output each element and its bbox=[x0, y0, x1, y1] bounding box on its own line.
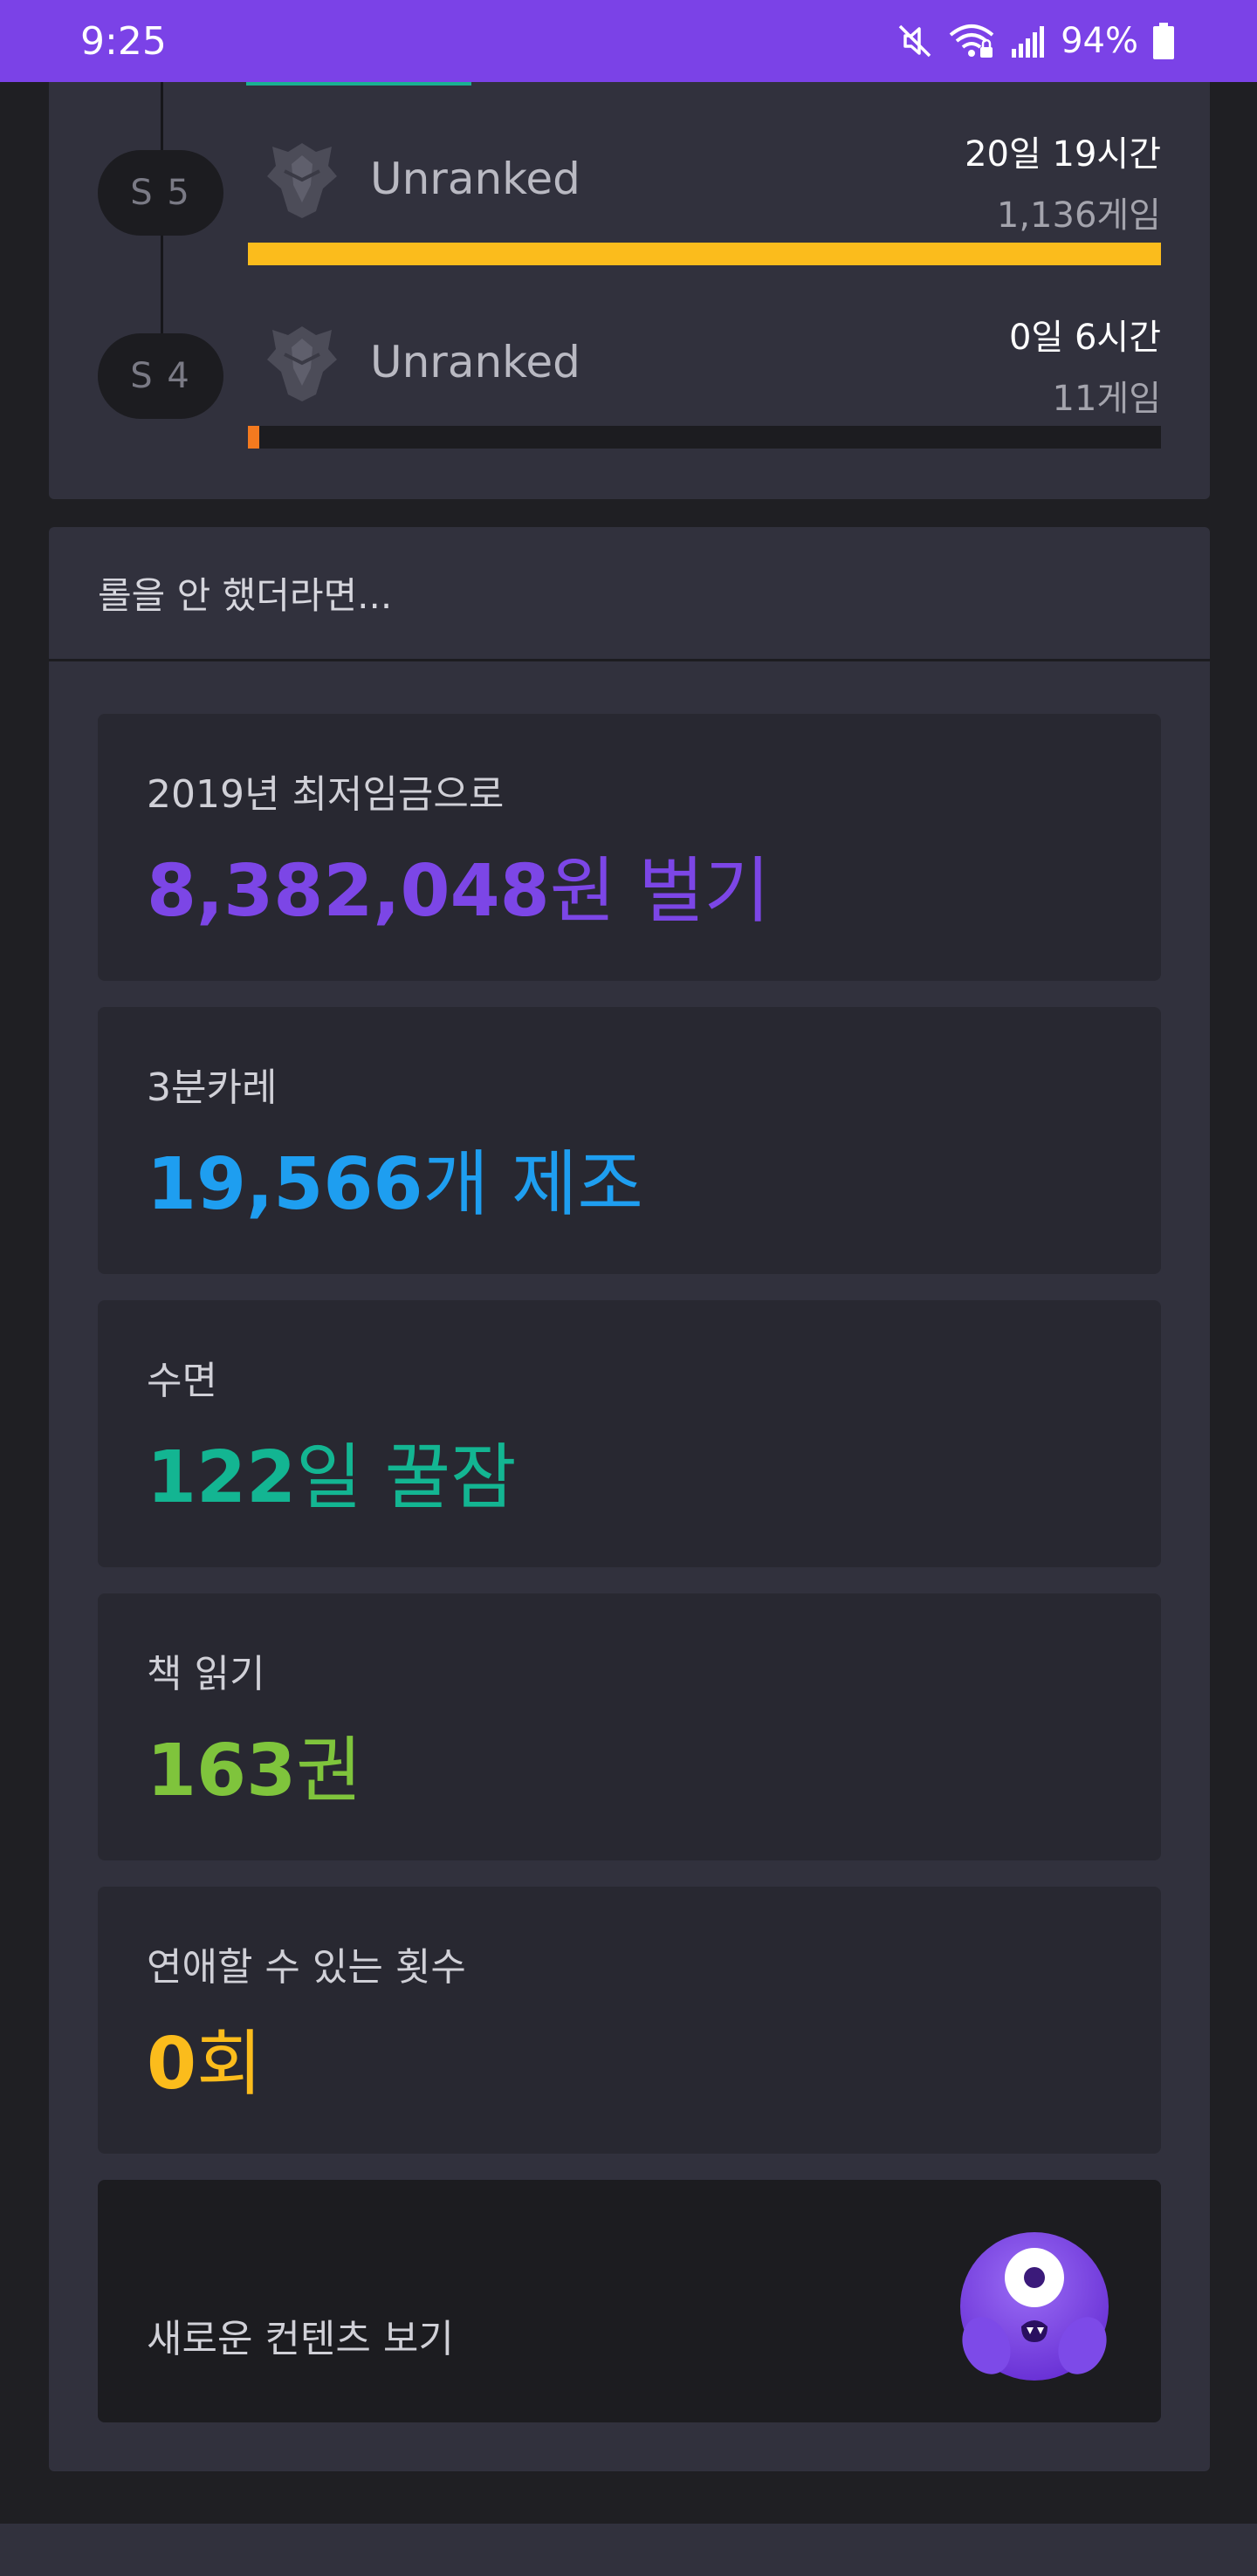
stat-value: 122일 꿀잠 bbox=[147, 1419, 517, 1523]
stat-books: 책 읽기 163권 bbox=[98, 1593, 1161, 1860]
stat-number: 122 bbox=[147, 1436, 297, 1519]
whatif-header: 롤을 안 했더라면... bbox=[49, 527, 1210, 661]
unranked-emblem-icon bbox=[267, 143, 337, 218]
season-s5-games: 1,136게임 bbox=[996, 195, 1161, 236]
stat-number: 19,566 bbox=[147, 1143, 423, 1226]
whatif-card: 롤을 안 했더라면... 2019년 최저임금으로 8,382,048원 벌기 … bbox=[49, 527, 1210, 2471]
stat-number: 8,382,048 bbox=[147, 850, 550, 933]
stat-label: 책 읽기 bbox=[147, 1652, 265, 1696]
status-bar: 9:25 94% bbox=[0, 0, 1257, 82]
signal-icon bbox=[1008, 21, 1048, 61]
stat-suffix: 일 꿀잠 bbox=[296, 1436, 517, 1519]
new-content-button[interactable]: 새로운 컨텐츠 보기 bbox=[98, 2180, 1161, 2422]
stat-suffix: 권 bbox=[296, 1730, 362, 1812]
stat-label: 수면 bbox=[147, 1359, 217, 1403]
wifi-icon bbox=[947, 21, 996, 61]
mute-icon bbox=[895, 21, 935, 61]
stat-label: 3분카레 bbox=[147, 1065, 278, 1110]
stat-suffix: 개 제조 bbox=[422, 1143, 643, 1226]
stat-number: 163 bbox=[147, 1730, 297, 1812]
season-s5-progress-fill bbox=[248, 243, 1161, 265]
season-s4-games: 11게임 bbox=[1052, 379, 1162, 419]
new-content-label: 새로운 컨텐츠 보기 bbox=[147, 2317, 454, 2361]
battery-icon bbox=[1151, 21, 1177, 61]
stat-suffix: 원 벌기 bbox=[549, 850, 771, 933]
bottom-edge bbox=[0, 2524, 1257, 2576]
battery-percent: 94% bbox=[1061, 21, 1138, 61]
status-icons: 94% bbox=[895, 21, 1177, 61]
season-s5-playtime: 20일 19시간 bbox=[965, 134, 1161, 175]
stat-number: 0 bbox=[147, 2023, 197, 2106]
season-s5-progress-bar bbox=[248, 243, 1161, 265]
season-s5-tier: Unranked bbox=[370, 154, 580, 204]
stat-suffix: 회 bbox=[196, 2023, 263, 2106]
stat-value: 0회 bbox=[147, 2005, 263, 2109]
stat-label: 연애할 수 있는 횟수 bbox=[147, 1945, 466, 1990]
stat-label: 2019년 최저임금으로 bbox=[147, 772, 505, 817]
season-s4-tier: Unranked bbox=[370, 337, 580, 387]
season-s4-progress-bar bbox=[248, 426, 1161, 449]
season-s4-playtime: 0일 6시간 bbox=[1008, 318, 1161, 358]
stat-min-wage: 2019년 최저임금으로 8,382,048원 벌기 bbox=[98, 714, 1161, 981]
season-badge-s4: S 4 bbox=[98, 333, 223, 419]
status-time: 9:25 bbox=[80, 18, 167, 64]
season-s4-progress-fill bbox=[248, 426, 259, 449]
stat-dating: 연애할 수 있는 횟수 0회 bbox=[98, 1887, 1161, 2154]
season-badge-s5: S 5 bbox=[98, 150, 223, 236]
stat-sleep: 수면 122일 꿀잠 bbox=[98, 1300, 1161, 1567]
stat-value: 8,382,048원 벌기 bbox=[147, 832, 770, 936]
stat-value: 163권 bbox=[147, 1712, 362, 1816]
stat-value: 19,566개 제조 bbox=[147, 1126, 643, 1230]
unranked-emblem-icon bbox=[267, 326, 337, 401]
purple-monster-mascot-icon bbox=[960, 2232, 1109, 2381]
previous-season-bar-edge bbox=[246, 82, 471, 86]
stat-curry: 3분카레 19,566개 제조 bbox=[98, 1007, 1161, 1274]
